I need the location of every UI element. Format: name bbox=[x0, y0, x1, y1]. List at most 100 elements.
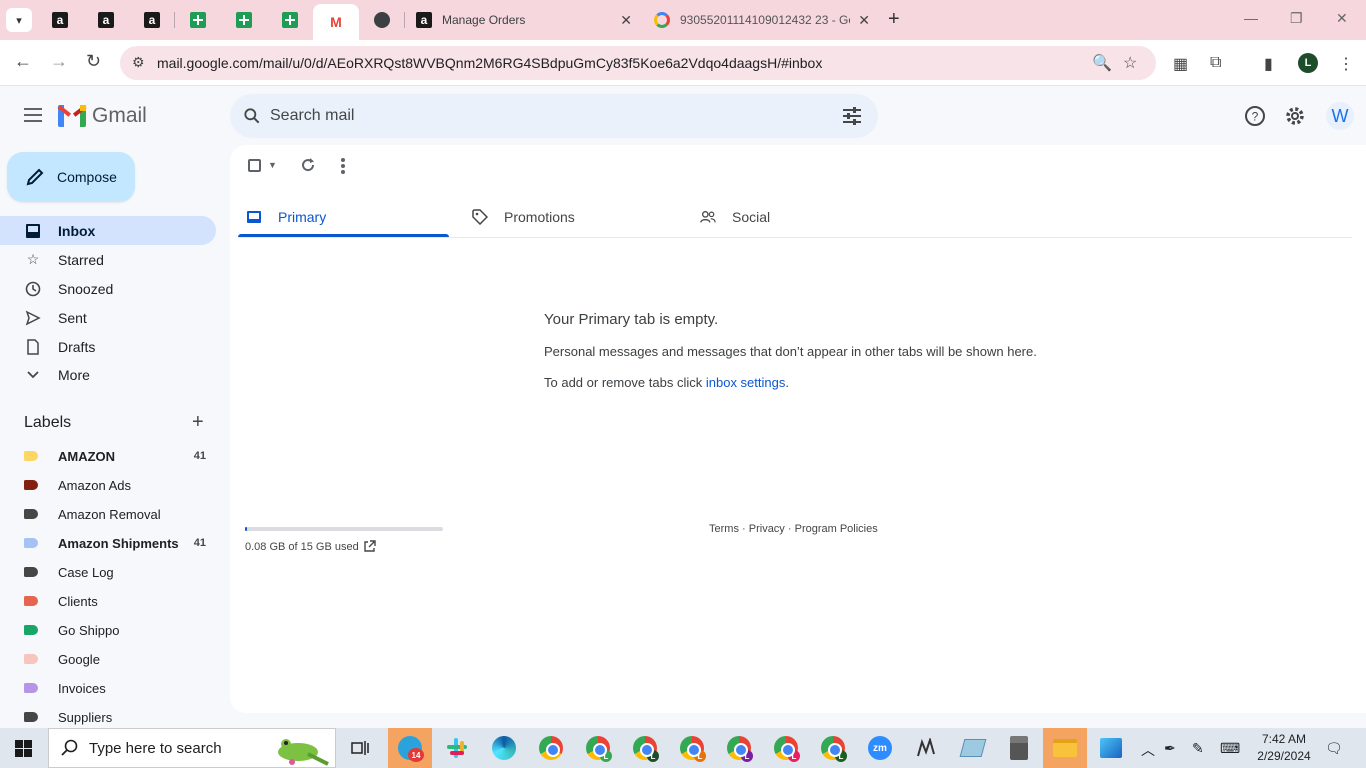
side-panel-icon[interactable]: ▮ bbox=[1264, 54, 1273, 74]
chrome-menu-icon[interactable]: ⋮ bbox=[1338, 54, 1354, 74]
sidebar-item-starred[interactable]: ☆ Starred bbox=[0, 245, 216, 274]
terms-link[interactable]: Terms bbox=[709, 523, 739, 535]
file-explorer-app-icon[interactable] bbox=[1043, 728, 1087, 768]
select-all-checkbox[interactable] bbox=[248, 159, 261, 172]
url-text[interactable]: mail.google.com/mail/u/0/d/AEoRXRQst8WVB… bbox=[157, 55, 822, 71]
extensions-icon[interactable]: ⧉ bbox=[1210, 54, 1221, 72]
label-name: Suppliers bbox=[58, 709, 113, 725]
chrome-app-icon-6[interactable]: L bbox=[771, 733, 801, 763]
label-item[interactable]: AMAZON 41 bbox=[0, 442, 216, 470]
forward-button[interactable]: → bbox=[50, 52, 68, 70]
system-clock[interactable]: 7:42 AM 2/29/2024 bbox=[1252, 731, 1316, 765]
edge-app-icon[interactable] bbox=[489, 733, 519, 763]
label-item[interactable]: Invoices bbox=[0, 674, 216, 702]
close-window-button[interactable]: ✕ bbox=[1336, 10, 1348, 27]
search-input[interactable] bbox=[270, 94, 830, 138]
search-options-icon[interactable] bbox=[842, 107, 862, 125]
writing-app-icon[interactable] bbox=[912, 733, 942, 763]
pinned-tab-amazon-1[interactable]: a bbox=[37, 4, 83, 36]
calculator-app-icon[interactable] bbox=[1004, 733, 1034, 763]
stylus-icon[interactable]: ✎ bbox=[1192, 740, 1204, 757]
label-item[interactable]: Case Log bbox=[0, 558, 216, 586]
tab-primary[interactable]: Primary bbox=[246, 196, 449, 238]
restore-button[interactable]: ❐ bbox=[1290, 10, 1303, 27]
reload-button[interactable]: ↻ bbox=[86, 52, 101, 70]
tab-search-button[interactable]: ▾ bbox=[6, 8, 32, 32]
sidebar-item-inbox[interactable]: Inbox bbox=[0, 216, 216, 245]
pinned-tab-sheets-2[interactable] bbox=[221, 4, 267, 36]
telegram-icon: 14 bbox=[398, 736, 424, 762]
select-dropdown-icon[interactable]: ▼ bbox=[268, 160, 277, 170]
show-hidden-icons-icon[interactable]: ︿ bbox=[1141, 740, 1155, 760]
chrome-app-icon-7[interactable]: L bbox=[818, 733, 848, 763]
frog-illustration-icon bbox=[278, 739, 329, 766]
help-icon[interactable]: ? bbox=[1244, 105, 1266, 127]
zoom-app-icon[interactable]: zm bbox=[865, 733, 895, 763]
label-item[interactable]: Amazon Shipments 41 bbox=[0, 529, 216, 557]
tab-label: Social bbox=[732, 209, 771, 225]
label-item[interactable]: Suppliers bbox=[0, 703, 216, 731]
sidebar-item-more[interactable]: More bbox=[0, 360, 216, 389]
sidebar-item-snoozed[interactable]: Snoozed bbox=[0, 274, 216, 303]
pinned-tab-amazon-3[interactable]: a bbox=[129, 4, 175, 36]
new-tab-button[interactable]: + bbox=[888, 9, 900, 29]
chrome-app-icon-1[interactable] bbox=[536, 733, 566, 763]
tab-google-search[interactable]: 93055201114109012432 23 - Go ✕ bbox=[644, 4, 880, 36]
tab-promotions[interactable]: Promotions bbox=[472, 196, 682, 238]
windows-start-icon[interactable] bbox=[15, 740, 32, 757]
privacy-link[interactable]: Privacy bbox=[749, 523, 785, 535]
chrome-app-icon-2[interactable]: L bbox=[583, 733, 613, 763]
gmail-logo[interactable]: Gmail bbox=[57, 104, 147, 128]
add-label-button[interactable]: + bbox=[192, 412, 204, 432]
sidebar-item-drafts[interactable]: Drafts bbox=[0, 332, 216, 361]
tab-manage-orders[interactable]: a Manage Orders ✕ bbox=[406, 4, 642, 36]
search-icon[interactable] bbox=[242, 106, 262, 126]
chrome-app-icon-5[interactable]: L bbox=[724, 733, 754, 763]
minimize-button[interactable]: — bbox=[1244, 10, 1258, 26]
more-options-icon[interactable] bbox=[341, 158, 345, 174]
label-tag-icon bbox=[24, 480, 38, 490]
main-menu-icon[interactable] bbox=[24, 108, 42, 122]
task-view-icon[interactable] bbox=[345, 733, 375, 763]
label-item[interactable]: Clients bbox=[0, 587, 216, 615]
compose-button[interactable]: Compose bbox=[7, 152, 135, 202]
pinned-tab-amazon-2[interactable]: a bbox=[83, 4, 129, 36]
open-external-icon[interactable] bbox=[363, 540, 376, 553]
site-info-icon[interactable]: ⚙ bbox=[132, 54, 145, 71]
star-icon: ☆ bbox=[26, 251, 40, 267]
inbox-settings-link[interactable]: inbox settings bbox=[706, 375, 786, 390]
pinned-tab-sheets-3[interactable] bbox=[267, 4, 313, 36]
profile-avatar[interactable]: L bbox=[1298, 53, 1318, 73]
qr-code-icon[interactable]: ▦ bbox=[1173, 54, 1188, 74]
zoom-icon[interactable]: 🔍 bbox=[1092, 53, 1112, 73]
photos-app-icon[interactable] bbox=[1096, 733, 1126, 763]
footer-separator: · bbox=[742, 523, 746, 535]
chrome-app-icon-3[interactable]: L bbox=[630, 733, 660, 763]
back-button[interactable]: ← bbox=[14, 52, 32, 70]
label-item[interactable]: Go Shippo bbox=[0, 616, 216, 644]
chrome-app-icon-4[interactable]: L bbox=[677, 733, 707, 763]
slack-app-icon[interactable] bbox=[442, 733, 472, 763]
tab-social[interactable]: Social bbox=[700, 196, 910, 238]
pinned-tab-gmail[interactable]: M bbox=[313, 4, 359, 40]
close-icon[interactable]: ✕ bbox=[620, 12, 632, 29]
pen-icon[interactable]: ✒ bbox=[1164, 740, 1176, 757]
notification-center-icon[interactable]: 🗨 bbox=[1325, 740, 1343, 757]
address-bar[interactable]: ⚙ mail.google.com/mail/u/0/d/AEoRXRQst8W… bbox=[120, 46, 1156, 80]
settings-gear-icon[interactable] bbox=[1284, 105, 1306, 127]
pinned-tab-globe[interactable] bbox=[359, 4, 405, 36]
program-policies-link[interactable]: Program Policies bbox=[795, 523, 878, 535]
telegram-app-icon[interactable]: 14 bbox=[388, 728, 432, 768]
label-item[interactable]: Amazon Removal bbox=[0, 500, 216, 528]
refresh-icon[interactable] bbox=[300, 157, 316, 173]
sidebar-item-label: More bbox=[58, 366, 90, 383]
label-item[interactable]: Google bbox=[0, 645, 216, 673]
account-avatar[interactable]: W bbox=[1326, 102, 1354, 130]
label-item[interactable]: Amazon Ads bbox=[0, 471, 216, 499]
bookmark-star-icon[interactable]: ☆ bbox=[1123, 53, 1137, 73]
keyboard-icon[interactable]: ⌨ bbox=[1220, 740, 1240, 757]
pinned-tab-sheets-1[interactable] bbox=[175, 4, 221, 36]
sidebar-item-sent[interactable]: Sent bbox=[0, 303, 216, 332]
notes-app-icon[interactable] bbox=[958, 733, 988, 763]
close-icon[interactable]: ✕ bbox=[858, 12, 870, 29]
